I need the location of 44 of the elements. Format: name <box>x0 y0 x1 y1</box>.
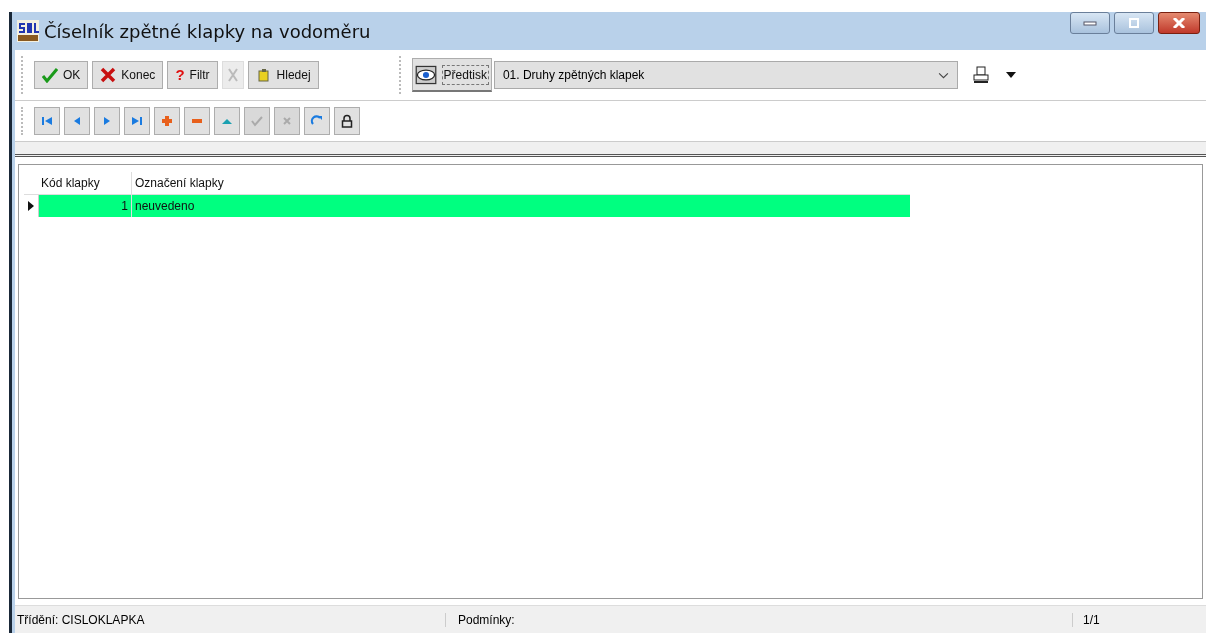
chevron-down-icon <box>937 71 949 79</box>
eye-icon <box>414 64 437 85</box>
minimize-icon <box>1082 18 1098 28</box>
preprint-button[interactable]: Předtisk <box>411 58 492 92</box>
column-header[interactable]: Kód klapky <box>38 172 132 194</box>
padlock-icon <box>340 114 354 128</box>
next-button[interactable] <box>94 107 120 135</box>
clipboard-icon <box>255 67 272 83</box>
close-icon <box>1171 18 1187 28</box>
remove-button[interactable] <box>184 107 210 135</box>
table-cell: neuvedeno <box>132 195 910 217</box>
table-cell: 1 <box>38 195 132 217</box>
record-position: 1/1 <box>1082 612 1100 627</box>
window-title: Číselník zpětné klapky na vodoměru <box>44 20 371 42</box>
question-mark-icon: ? <box>175 67 185 83</box>
skip-last-icon <box>130 114 144 128</box>
last-button[interactable] <box>124 107 150 135</box>
dropdown-arrow-icon[interactable] <box>1005 72 1016 78</box>
lock-button[interactable] <box>334 107 360 135</box>
conditions-status: Podmínky: <box>446 612 1073 627</box>
cross-icon <box>100 67 117 83</box>
column-header[interactable]: Označení klapky <box>132 172 910 194</box>
prev-button[interactable] <box>64 107 90 135</box>
close-button[interactable] <box>1158 12 1200 34</box>
add-button[interactable] <box>154 107 180 135</box>
filter-button[interactable]: ? Filtr <box>167 61 218 89</box>
edit-button[interactable] <box>214 107 240 135</box>
close-button[interactable]: Konec <box>92 61 164 89</box>
sort-status: Třídění: CISLOKLAPKA <box>15 612 446 627</box>
minimize-button[interactable] <box>1070 12 1110 34</box>
skip-first-icon <box>40 114 54 128</box>
maximize-button[interactable] <box>1114 12 1154 34</box>
find-button[interactable]: Hledej <box>247 61 319 89</box>
printer-icon[interactable] <box>971 66 990 84</box>
plus-icon <box>160 114 174 128</box>
first-button[interactable] <box>34 107 60 135</box>
checkmark-icon <box>250 114 264 128</box>
maximize-icon <box>1126 18 1142 28</box>
current-row-icon <box>28 201 34 211</box>
ok-button[interactable]: OK <box>34 61 89 89</box>
app-logo-icon <box>17 20 39 42</box>
report-dropdown[interactable]: 01. Druhy zpětných klapek <box>493 61 958 89</box>
table-row[interactable]: 1 neuvedeno <box>24 195 910 217</box>
checkmark-icon <box>42 67 58 83</box>
